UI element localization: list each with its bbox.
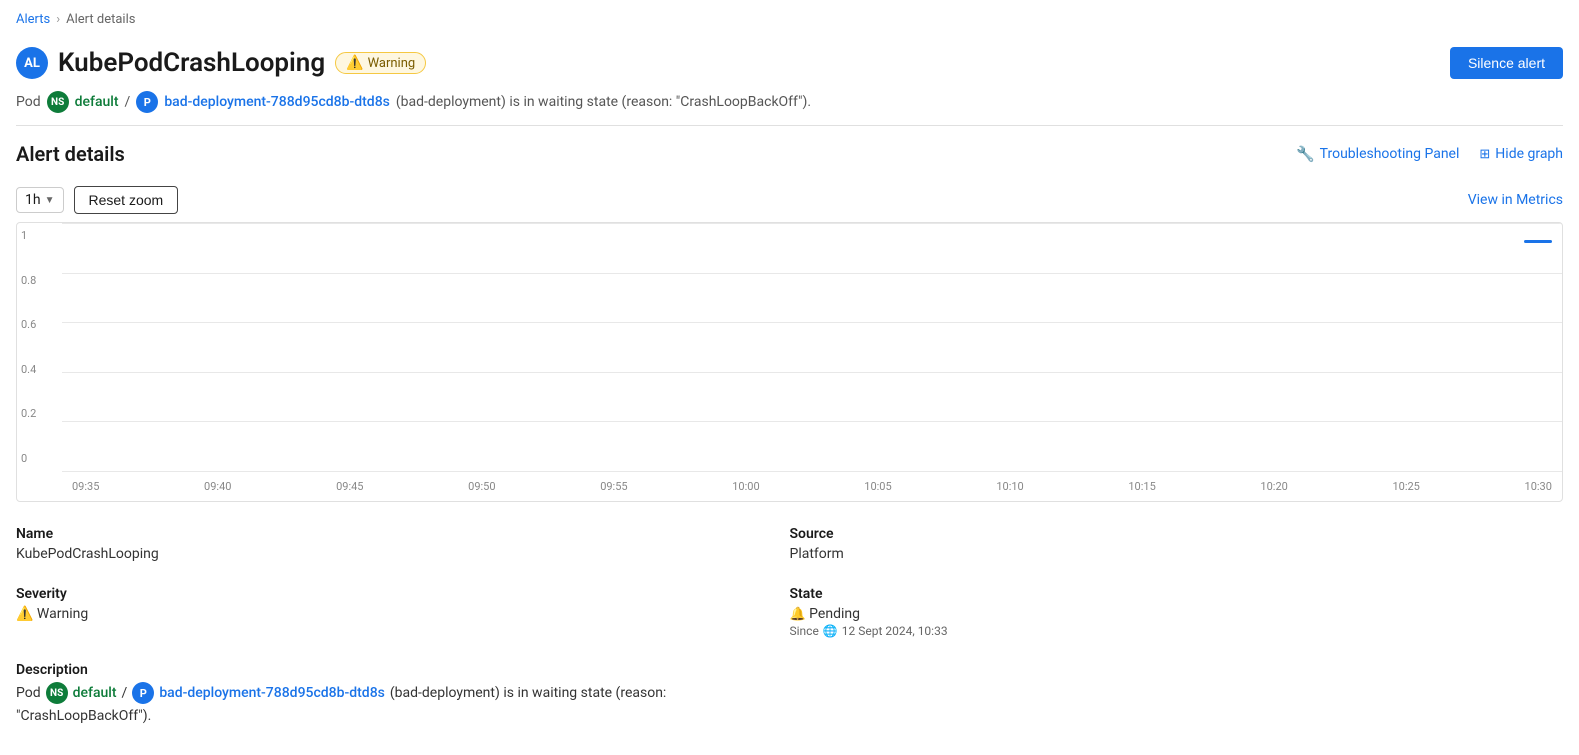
ns-badge: NS (47, 91, 69, 113)
x-axis: 09:35 09:40 09:45 09:50 09:55 10:00 10:0… (62, 471, 1562, 501)
silence-alert-button[interactable]: Silence alert (1450, 47, 1563, 79)
reset-zoom-button[interactable]: Reset zoom (74, 186, 179, 214)
x-label-1030: 10:30 (1525, 480, 1552, 493)
state-value-text: Pending (809, 606, 860, 622)
desc-suffix: (bad-deployment) is in waiting state (re… (390, 685, 666, 701)
graph-area: 0 0.2 0.4 0.6 0.8 1 09:35 09:40 09:45 09… (16, 222, 1563, 502)
x-label-0940: 09:40 (204, 480, 231, 493)
desc-reason-line: "CrashLoopBackOff"). (16, 708, 1563, 724)
alert-avatar: AL (16, 47, 48, 79)
x-label-0950: 09:50 (468, 480, 495, 493)
pod-prefix: Pod (16, 94, 41, 110)
alert-header: AL KubePodCrashLooping ⚠️ Warning Silenc… (0, 39, 1579, 91)
desc-namespace-link[interactable]: default (73, 685, 117, 701)
description-value: Pod NS default / P bad-deployment-788d95… (16, 682, 1563, 704)
grid-line-20 (62, 421, 1562, 422)
graph-toolbar: 1h ▼ Reset zoom View in Metrics (0, 178, 1579, 222)
details-section: Name KubePodCrashLooping Source Platform… (0, 502, 1579, 748)
pod-info-line: Pod NS default / P bad-deployment-788d95… (0, 91, 1579, 125)
breadcrumb: Alerts › Alert details (0, 0, 1579, 39)
x-label-1010: 10:10 (996, 480, 1023, 493)
time-range-value: 1h (25, 192, 41, 208)
severity-value-text: Warning (37, 606, 88, 622)
state-label: State (790, 586, 1564, 602)
y-label-02: 0.2 (21, 407, 56, 420)
y-label-08: 0.8 (21, 274, 56, 287)
desc-sep: / (122, 685, 128, 701)
x-label-1025: 10:25 (1392, 480, 1419, 493)
detail-description-block: Description Pod NS default / P bad-deplo… (16, 662, 1563, 748)
troubleshooting-icon: 🔧 (1296, 145, 1315, 163)
namespace-link[interactable]: default (75, 94, 119, 110)
time-range-select[interactable]: 1h ▼ (16, 187, 64, 213)
warning-badge-label: Warning (368, 56, 416, 71)
hide-graph-link[interactable]: ⊞ Hide graph (1479, 146, 1563, 162)
header-actions: 🔧 Troubleshooting Panel ⊞ Hide graph (1296, 145, 1563, 163)
y-label-0: 0 (21, 452, 56, 465)
breadcrumb-separator: › (56, 12, 60, 27)
grid-line-60 (62, 322, 1562, 323)
source-value: Platform (790, 546, 1564, 562)
warning-icon: ⚠️ (346, 55, 363, 71)
alert-title-group: AL KubePodCrashLooping ⚠️ Warning (16, 47, 426, 79)
graph-content (62, 223, 1562, 471)
pod-sep: / (125, 94, 131, 110)
view-in-metrics-link[interactable]: View in Metrics (1468, 192, 1563, 208)
grid-line-top (62, 223, 1562, 224)
breadcrumb-current: Alert details (66, 12, 135, 27)
x-label-1015: 10:15 (1128, 480, 1155, 493)
y-axis: 0 0.2 0.4 0.6 0.8 1 (17, 223, 62, 471)
alert-name: KubePodCrashLooping (58, 48, 325, 78)
chevron-down-icon: ▼ (45, 195, 55, 206)
state-since-date: 12 Sept 2024, 10:33 (842, 624, 948, 638)
state-since-prefix: Since (790, 624, 819, 638)
warning-badge: ⚠️ Warning (335, 52, 426, 74)
detail-severity-block: Severity ⚠️ Warning (16, 586, 790, 662)
section-header: Alert details 🔧 Troubleshooting Panel ⊞ … (0, 126, 1579, 178)
detail-state-block: State 🔔 Pending Since 🌐 12 Sept 2024, 10… (790, 586, 1564, 662)
x-label-1005: 10:05 (864, 480, 891, 493)
bell-icon: 🔔 (790, 607, 806, 622)
x-label-0935: 09:35 (72, 480, 99, 493)
desc-pod-link[interactable]: bad-deployment-788d95cd8b-dtd8s (159, 685, 385, 701)
name-label: Name (16, 526, 790, 542)
p-badge: P (136, 91, 158, 113)
globe-icon: 🌐 (823, 624, 838, 638)
alert-details-title: Alert details (16, 142, 125, 166)
severity-warning-icon: ⚠️ (16, 606, 33, 622)
source-label: Source (790, 526, 1564, 542)
desc-pod-prefix: Pod (16, 685, 41, 701)
y-label-04: 0.4 (21, 363, 56, 376)
breadcrumb-alerts-link[interactable]: Alerts (16, 12, 50, 27)
pod-name-link[interactable]: bad-deployment-788d95cd8b-dtd8s (164, 94, 390, 110)
severity-label: Severity (16, 586, 790, 602)
detail-name-block: Name KubePodCrashLooping (16, 526, 790, 586)
name-value: KubePodCrashLooping (16, 546, 790, 562)
x-label-1020: 10:20 (1260, 480, 1287, 493)
hide-graph-label: Hide graph (1495, 146, 1563, 162)
y-label-06: 0.6 (21, 318, 56, 331)
troubleshooting-panel-link[interactable]: 🔧 Troubleshooting Panel (1296, 145, 1459, 163)
y-label-1: 1 (21, 229, 56, 242)
severity-value: ⚠️ Warning (16, 606, 790, 622)
x-label-1000: 10:00 (732, 480, 759, 493)
troubleshooting-panel-label: Troubleshooting Panel (1320, 146, 1460, 162)
desc-p-badge: P (132, 682, 154, 704)
state-value: 🔔 Pending (790, 606, 1564, 622)
hide-graph-icon: ⊞ (1479, 147, 1490, 162)
desc-ns-badge: NS (46, 682, 68, 704)
toolbar-left: 1h ▼ Reset zoom (16, 186, 178, 214)
grid-line-80 (62, 273, 1562, 274)
grid-line-40 (62, 372, 1562, 373)
pod-description: (bad-deployment) is in waiting state (re… (396, 94, 811, 110)
x-label-0945: 09:45 (336, 480, 363, 493)
x-label-0955: 09:55 (600, 480, 627, 493)
state-since: Since 🌐 12 Sept 2024, 10:33 (790, 624, 1564, 638)
detail-source-block: Source Platform (790, 526, 1564, 586)
description-label: Description (16, 662, 1563, 678)
